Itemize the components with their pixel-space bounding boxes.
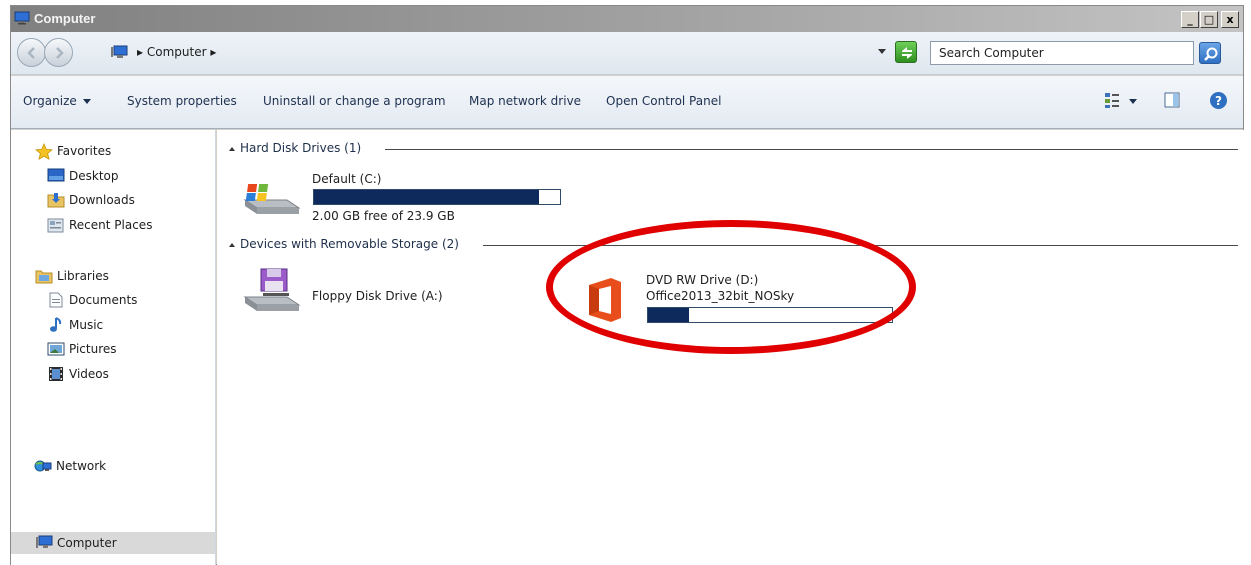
- help-icon[interactable]: ?: [1209, 91, 1228, 110]
- star-icon: [35, 143, 53, 161]
- nav-label: Recent Places: [69, 218, 153, 232]
- computer-icon: [14, 11, 30, 25]
- system-properties-button[interactable]: System properties: [127, 94, 237, 108]
- uninstall-program-button[interactable]: Uninstall or change a program: [263, 94, 446, 108]
- libraries-icon: [35, 270, 53, 284]
- network-icon: [34, 460, 52, 472]
- nav-label: Libraries: [57, 269, 109, 283]
- nav-label: Downloads: [69, 193, 135, 207]
- nav-label: Videos: [69, 367, 109, 381]
- title-bar[interactable]: Computer _ □ x: [11, 6, 1243, 32]
- window-title: Computer: [34, 11, 96, 26]
- nav-label: Network: [56, 459, 107, 473]
- search-button[interactable]: [1199, 42, 1221, 64]
- drive-a-name[interactable]: Floppy Disk Drive (A:): [312, 289, 443, 303]
- back-button[interactable]: [17, 38, 46, 67]
- preview-pane-icon[interactable]: [1163, 91, 1181, 109]
- forward-button[interactable]: [44, 38, 73, 67]
- group-header-removable-storage[interactable]: Devices with Removable Storage (2): [229, 237, 459, 251]
- downloads-folder-icon: [47, 193, 65, 208]
- map-network-drive-button[interactable]: Map network drive: [469, 94, 581, 108]
- film-icon: [49, 367, 63, 381]
- minimize-button[interactable]: _: [1181, 11, 1199, 28]
- nav-label: Computer: [57, 536, 117, 550]
- drive-c-free-space: 2.00 GB free of 23.9 GB: [312, 209, 455, 223]
- drive-c-name[interactable]: Default (C:): [312, 172, 381, 186]
- nav-label: Favorites: [57, 144, 112, 158]
- pictures-icon: [47, 342, 65, 356]
- refresh-button[interactable]: [895, 41, 917, 63]
- close-button[interactable]: x: [1221, 11, 1239, 28]
- group-divider: [385, 149, 1238, 150]
- music-note-icon: [50, 317, 62, 332]
- chevron-down-icon[interactable]: [1128, 96, 1138, 106]
- drive-c-usage-fill: [314, 190, 540, 204]
- maximize-button[interactable]: □: [1200, 11, 1218, 28]
- svg-text:?: ?: [1215, 94, 1222, 108]
- highlight-ring: [546, 220, 916, 354]
- nav-label: Pictures: [69, 342, 117, 356]
- recent-places-icon: [47, 218, 64, 233]
- computer-icon: [111, 45, 128, 58]
- nav-label: Music: [69, 318, 104, 332]
- chevron-down-icon[interactable]: [877, 46, 887, 56]
- refresh-icon: [902, 47, 912, 59]
- floppy-drive-icon[interactable]: [241, 267, 301, 315]
- address-row: ▸ Computer ▸ Search Computer: [11, 32, 1243, 75]
- address-path[interactable]: ▸ Computer ▸: [137, 45, 216, 59]
- breadcrumb-separator: ▸: [137, 45, 144, 59]
- desktop-icon: [47, 168, 65, 182]
- search-input[interactable]: Search Computer: [930, 41, 1194, 65]
- nav-label: Desktop: [69, 169, 119, 183]
- command-bar: Organize System properties Uninstall or …: [11, 76, 1243, 129]
- organize-button[interactable]: Organize: [23, 94, 91, 108]
- arrow-right-icon: [56, 47, 64, 59]
- collapse-caret-icon: [229, 242, 235, 247]
- chevron-down-icon: [82, 99, 91, 104]
- open-control-panel-button[interactable]: Open Control Panel: [606, 94, 721, 108]
- nav-label: Documents: [69, 293, 138, 307]
- drive-c-usage-bar: [313, 189, 561, 205]
- search-placeholder: Search Computer: [939, 46, 1044, 60]
- address-bar[interactable]: ▸ Computer ▸: [107, 41, 907, 65]
- navigation-pane: Favorites Desktop Downloads Recent Place…: [11, 130, 216, 565]
- collapse-caret-icon: [229, 146, 235, 151]
- breadcrumb-computer[interactable]: Computer: [147, 45, 207, 59]
- arrow-left-icon: [27, 47, 35, 59]
- computer-icon: [36, 535, 53, 548]
- breadcrumb-separator[interactable]: ▸: [210, 45, 216, 59]
- documents-icon: [49, 292, 63, 308]
- windows-drive-icon[interactable]: [241, 178, 301, 218]
- change-view-icon[interactable]: [1103, 91, 1121, 109]
- group-header-hard-disk-drives[interactable]: Hard Disk Drives (1): [229, 141, 361, 155]
- search-icon: [1204, 47, 1218, 61]
